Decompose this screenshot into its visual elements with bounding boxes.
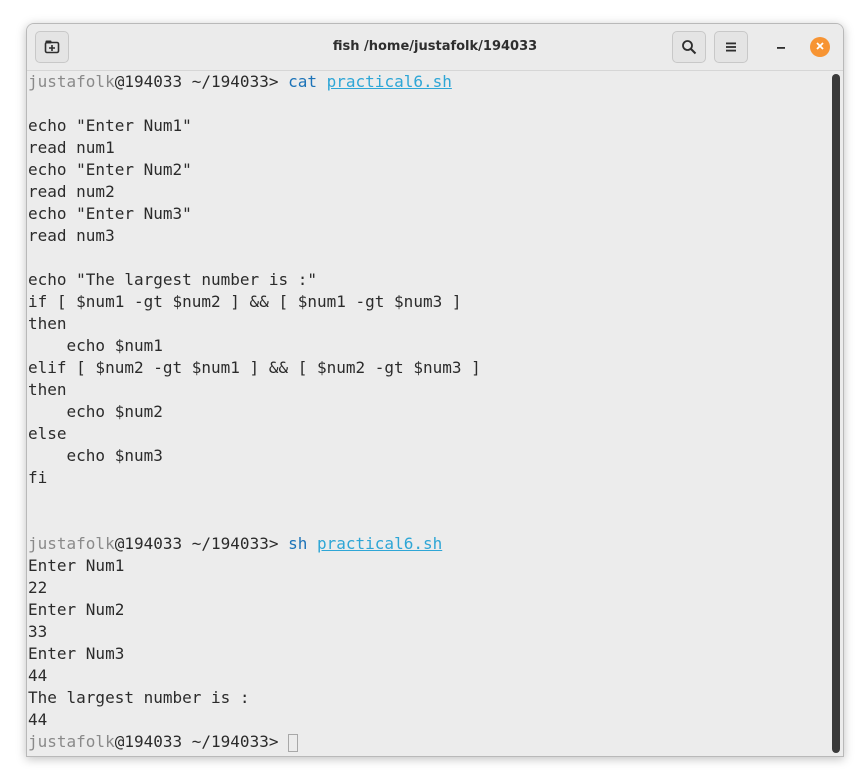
terminal-line: 44: [28, 666, 48, 685]
terminal-line: The largest number is :: [28, 688, 250, 707]
hamburger-menu-icon: [724, 40, 738, 54]
command-argument[interactable]: practical6.sh: [317, 534, 442, 553]
prompt-line-active[interactable]: justafolk@194033 ~/194033>: [28, 731, 481, 753]
prompt-host-path: @194033 ~/194033>: [114, 732, 289, 751]
terminal-line: fi: [28, 468, 48, 487]
terminal-line: echo "Enter Num3": [28, 204, 192, 223]
terminal-line: then: [28, 314, 67, 333]
terminal-output[interactable]: justafolk@194033 ~/194033> cat practical…: [27, 71, 829, 756]
terminal-line: else: [28, 424, 67, 443]
menu-button[interactable]: [714, 31, 748, 63]
close-button[interactable]: [810, 37, 830, 57]
prompt-user: justafolk: [28, 534, 115, 553]
text-cursor: [288, 733, 299, 752]
window-title: fish /home/justafolk/194033: [332, 39, 538, 54]
minimize-button[interactable]: [771, 37, 791, 57]
terminal-line: 22: [28, 578, 48, 597]
prompt-line: justafolk@194033 ~/194033> sh practical6…: [28, 533, 481, 555]
terminal-line: echo $num1: [28, 336, 163, 355]
terminal-line: 33: [28, 622, 48, 641]
terminal-lines: justafolk@194033 ~/194033> cat practical…: [28, 71, 481, 753]
minimize-icon: [775, 38, 787, 56]
terminal-line: echo $num3: [28, 446, 163, 465]
new-tab-button[interactable]: [35, 31, 69, 63]
terminal-line: if [ $num1 -gt $num2 ] && [ $num1 -gt $n…: [28, 292, 462, 311]
program-output: Enter Num1 22 Enter Num2 33 Enter Num3 44 The …: [28, 555, 481, 731]
script-content: echo "Enter Num1" read num1 echo "Enter Nu…: [28, 93, 481, 533]
prompt-line: justafolk@194033 ~/194033> cat practical…: [28, 71, 481, 93]
terminal-line: echo $num2: [28, 402, 163, 421]
command-argument[interactable]: practical6.sh: [327, 72, 452, 91]
title-bar: fish /home/justafolk/194033: [27, 24, 843, 71]
terminal-line: Enter Num2: [28, 600, 125, 619]
terminal-window: fish /home/justafolk/194033 justafolk@19…: [26, 23, 844, 757]
terminal-line: echo "The largest number is :": [28, 270, 317, 289]
prompt-user: justafolk: [28, 732, 115, 751]
scrollbar-thumb[interactable]: [832, 74, 840, 753]
search-icon: [681, 39, 697, 55]
terminal-line: read num3: [28, 226, 115, 245]
search-button[interactable]: [672, 31, 706, 63]
prompt-host-path: @194033 ~/194033>: [114, 534, 289, 553]
terminal-line: read num2: [28, 182, 115, 201]
terminal-line: echo "Enter Num1": [28, 116, 192, 135]
scrollbar[interactable]: [829, 71, 843, 756]
new-tab-icon: [44, 39, 60, 55]
terminal-line: 44: [28, 710, 48, 729]
terminal-line: echo "Enter Num2": [28, 160, 192, 179]
prompt-host-path: @194033 ~/194033>: [114, 72, 289, 91]
command-name: cat: [288, 72, 317, 91]
terminal-line: elif [ $num2 -gt $num1 ] && [ $num2 -gt …: [28, 358, 481, 377]
command-name: sh: [288, 534, 308, 553]
close-icon: [815, 38, 825, 56]
terminal-line: Enter Num3: [28, 644, 125, 663]
prompt-user: justafolk: [28, 72, 115, 91]
terminal-line: then: [28, 380, 67, 399]
terminal-line: read num1: [28, 138, 115, 157]
terminal-line: Enter Num1: [28, 556, 125, 575]
